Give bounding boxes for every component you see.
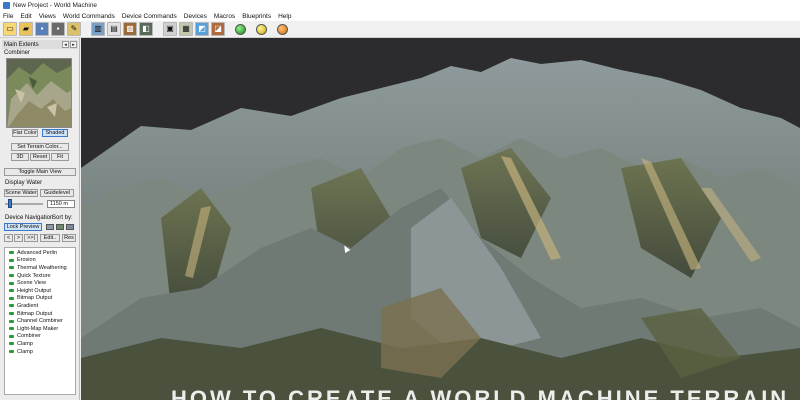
- 3d-button[interactable]: 3D: [11, 153, 29, 161]
- device-status-icon: [9, 258, 14, 262]
- terrain-icon[interactable]: ▦: [179, 22, 193, 36]
- device-status-icon: [9, 327, 14, 331]
- list-item[interactable]: Clamp: [5, 348, 75, 356]
- list-item[interactable]: Quick Texture: [5, 272, 75, 280]
- flip-icon[interactable]: ◪: [211, 22, 225, 36]
- layout-icon[interactable]: ▥: [91, 22, 105, 36]
- list-item[interactable]: Bitmap Output: [5, 295, 75, 303]
- pin-icon[interactable]: ◂: [62, 41, 69, 48]
- view-icon[interactable]: ▣: [163, 22, 177, 36]
- panel-title: Main Extents: [4, 41, 39, 48]
- explorer-icon[interactable]: ◧: [139, 22, 153, 36]
- device-status-icon: [9, 296, 14, 300]
- device-status-icon: [9, 289, 14, 293]
- lock-preview-button[interactable]: Lock Preview: [4, 223, 42, 231]
- sort-order-icon[interactable]: [66, 224, 74, 230]
- app-icon: [3, 2, 10, 9]
- list-item[interactable]: Combiner: [5, 333, 75, 341]
- terrain-3d-viewport[interactable]: HOW TO CREATE A WORLD MACHINE TERRAIN: [81, 38, 800, 400]
- flat-color-button[interactable]: Flat Color: [12, 129, 38, 137]
- device-status-icon: [9, 319, 14, 323]
- list-item[interactable]: Thermal Weathering: [5, 264, 75, 272]
- menu-blueprints[interactable]: Blueprints: [242, 13, 271, 20]
- render-icon[interactable]: ▤: [107, 22, 121, 36]
- guidelevel-button[interactable]: Guidelevel: [40, 189, 74, 197]
- sort-type-icon[interactable]: [56, 224, 64, 230]
- device-status-icon: [9, 266, 14, 270]
- device-status-icon: [9, 274, 14, 278]
- tiled-build-icon[interactable]: ◩: [195, 22, 209, 36]
- close-icon[interactable]: ▸: [70, 41, 77, 48]
- menu-devices[interactable]: Devices: [184, 13, 207, 20]
- open-icon[interactable]: ▰: [19, 22, 33, 36]
- fit-button[interactable]: Fit: [51, 153, 69, 161]
- menu-help[interactable]: Help: [278, 13, 291, 20]
- list-item[interactable]: Scene View: [5, 279, 75, 287]
- list-item[interactable]: Channel Combiner: [5, 317, 75, 325]
- title-bar: New Project - World Machine: [0, 0, 800, 11]
- save-as-icon[interactable]: ▪: [51, 22, 65, 36]
- nav-jump-button[interactable]: >>|: [24, 234, 38, 242]
- device-status-icon: [9, 281, 14, 285]
- menu-macros[interactable]: Macros: [214, 13, 235, 20]
- terrain-render: [81, 58, 800, 400]
- menu-bar: File Edit Views World Commands Device Co…: [0, 11, 800, 21]
- toolbar: ▭ ▰ ▪ ▪ ✎ ▥ ▤ ▩ ◧ ▣ ▦ ◩ ◪: [0, 21, 800, 38]
- water-level-slider-handle[interactable]: [8, 199, 12, 208]
- new-icon[interactable]: ▭: [3, 22, 17, 36]
- menu-world-commands[interactable]: World Commands: [63, 13, 115, 20]
- list-item[interactable]: Bitmap Output: [5, 310, 75, 318]
- device-navigation-label: Device Navigation: [5, 215, 54, 221]
- terrain-preview-thumbnail[interactable]: [6, 58, 72, 128]
- device-icon[interactable]: ✎: [67, 22, 81, 36]
- save-icon[interactable]: ▪: [35, 22, 49, 36]
- orange-orb-icon[interactable]: [277, 23, 288, 35]
- panel-header: Main Extents ◂ ▸: [2, 40, 78, 49]
- water-level-field[interactable]: 1150 m: [47, 200, 75, 208]
- list-item[interactable]: Advanced Perlin: [5, 249, 75, 257]
- edit-button[interactable]: Edit..: [40, 234, 60, 242]
- build-icon[interactable]: ▩: [123, 22, 137, 36]
- green-orb-icon[interactable]: [235, 23, 246, 35]
- menu-device-commands[interactable]: Device Commands: [122, 13, 177, 20]
- nav-prev-button[interactable]: <: [4, 234, 13, 242]
- device-status-icon: [9, 304, 14, 308]
- nav-next-button[interactable]: >: [14, 234, 23, 242]
- menu-edit[interactable]: Edit: [20, 13, 31, 20]
- left-panel: Main Extents ◂ ▸ Combiner Flat Color Sha…: [0, 38, 80, 400]
- menu-file[interactable]: File: [3, 13, 13, 20]
- device-status-icon: [9, 350, 14, 354]
- set-terrain-color-button[interactable]: Set Terrain Color...: [11, 143, 69, 151]
- menu-views[interactable]: Views: [39, 13, 56, 20]
- list-item[interactable]: Gradient: [5, 302, 75, 310]
- scene-water-button[interactable]: Scene Water: [4, 189, 38, 197]
- list-item[interactable]: Height Output: [5, 287, 75, 295]
- preview-device-label: Combiner: [4, 50, 31, 56]
- list-item[interactable]: Erosion: [5, 257, 75, 265]
- video-caption: HOW TO CREATE A WORLD MACHINE TERRAIN: [171, 386, 790, 400]
- display-water-label: Display Water: [5, 180, 43, 186]
- toggle-main-view-button[interactable]: Toggle Main View: [4, 168, 76, 176]
- list-item[interactable]: Clamp: [5, 340, 75, 348]
- device-status-icon: [9, 342, 14, 346]
- reset-button[interactable]: Reset: [30, 153, 50, 161]
- sort-by-label: Sort by:: [52, 215, 73, 221]
- device-status-icon: [9, 312, 14, 316]
- device-status-icon: [9, 334, 14, 338]
- shaded-button[interactable]: Shaded: [42, 129, 68, 137]
- list-item[interactable]: Light-Map Maker: [5, 325, 75, 333]
- sort-name-icon[interactable]: [46, 224, 54, 230]
- device-status-icon: [9, 251, 14, 255]
- reset-nav-button[interactable]: Res: [62, 234, 76, 242]
- window-title: New Project - World Machine: [13, 2, 98, 9]
- device-list: Advanced Perlin Erosion Thermal Weatheri…: [4, 247, 76, 395]
- yellow-orb-icon[interactable]: [256, 23, 267, 35]
